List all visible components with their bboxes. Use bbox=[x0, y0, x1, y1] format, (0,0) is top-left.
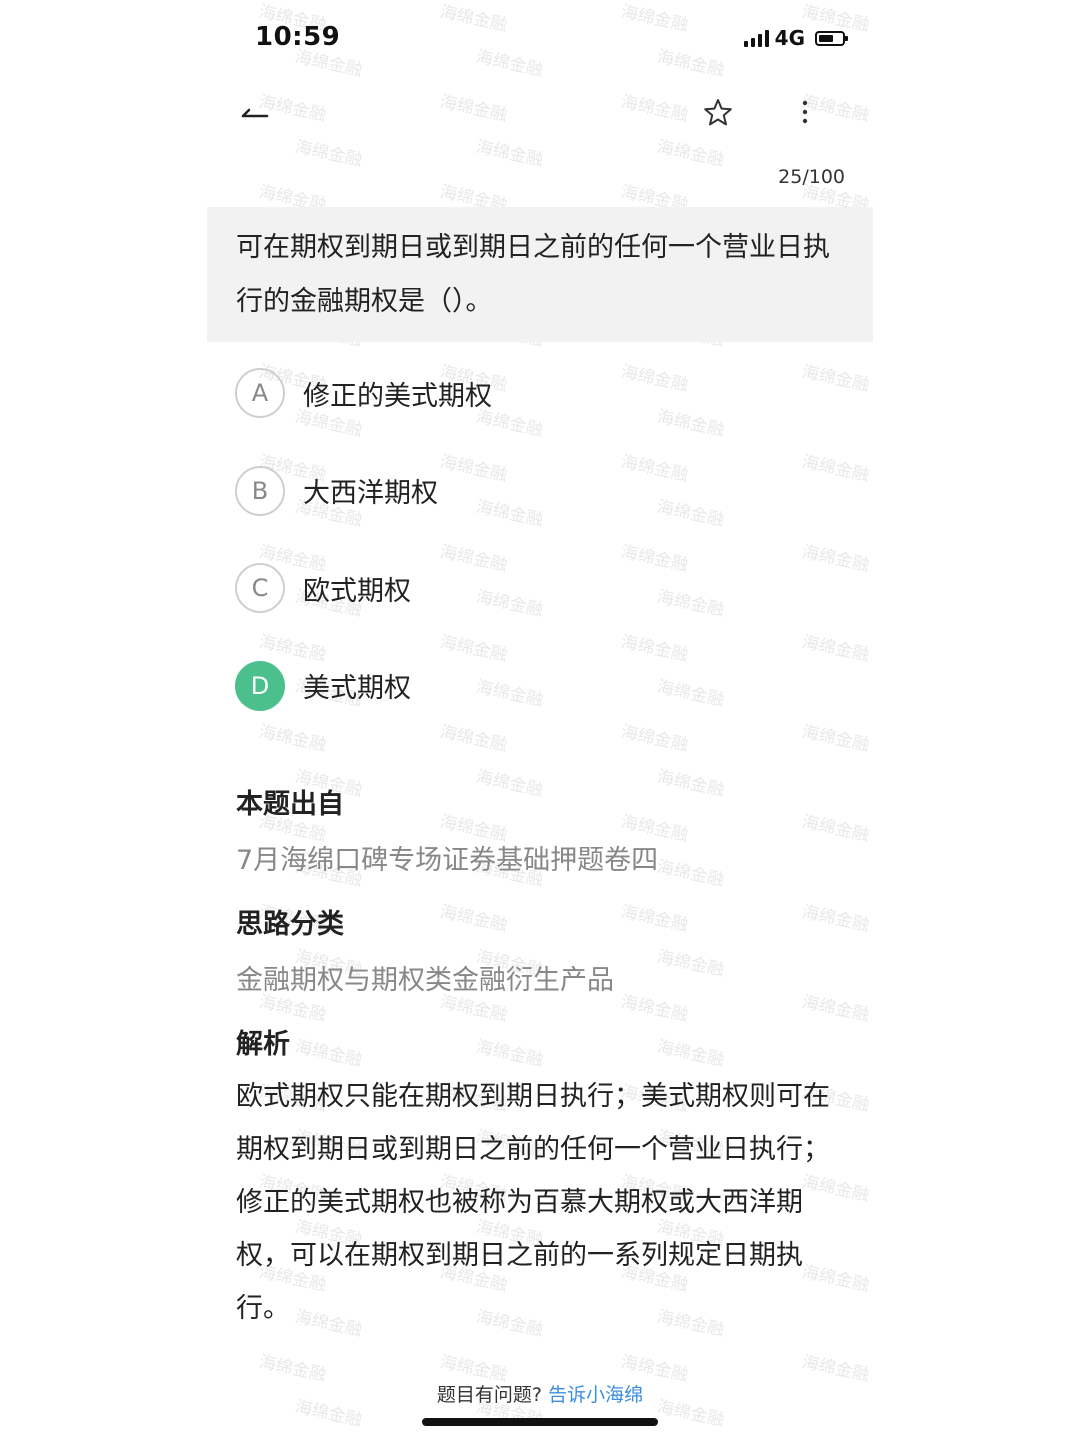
watermark-text: 海绵金融 bbox=[655, 137, 726, 171]
watermark-text: 海绵金融 bbox=[800, 902, 871, 936]
option-text: 修正的美式期权 bbox=[303, 380, 492, 412]
option-text: 大西洋期权 bbox=[303, 478, 438, 509]
watermark-text: 海绵金融 bbox=[655, 947, 726, 981]
question-box: 可在期权到期日或到期日之前的任何一个营业日执行的金融期权是（）。 bbox=[207, 207, 873, 342]
watermark-text: 海绵金融 bbox=[474, 1037, 545, 1071]
analysis-label: 解析 bbox=[236, 1029, 290, 1060]
quiz-screen: 海绵金融 海绵金融 海绵金融 海绵金融 海绵金融 海绵金融 海绵金融 海绵金融 海绵金融 海绵金融… bbox=[207, 0, 873, 1440]
status-time: 10:59 bbox=[255, 22, 341, 52]
watermark-text: 海绵金融 bbox=[474, 137, 545, 171]
signal-icon bbox=[743, 29, 769, 47]
home-indicator[interactable] bbox=[422, 1418, 658, 1426]
watermark-text: 海绵金融 bbox=[438, 2, 509, 36]
watermark-text: 海绵金融 bbox=[800, 812, 871, 846]
watermark-text: 海绵金融 bbox=[474, 767, 545, 801]
option-letter: C bbox=[235, 563, 285, 613]
feedback-prompt: 题目有问题? bbox=[436, 1384, 543, 1406]
back-arrow-icon[interactable] bbox=[237, 96, 277, 126]
option-c[interactable]: C 欧式期权 bbox=[235, 561, 845, 615]
question-progress: 25/100 bbox=[778, 166, 845, 188]
watermark-text: 海绵金融 bbox=[655, 857, 726, 891]
status-indicators: 4G bbox=[743, 26, 848, 50]
watermark-text: 海绵金融 bbox=[293, 1037, 364, 1071]
watermark-text: 海绵金融 bbox=[474, 47, 545, 81]
watermark-text: 海绵金融 bbox=[619, 992, 690, 1026]
analysis-text: 欧式期权只能在期权到期日执行；美式期权则可在期权到期日或到期日之前的任何一个营业… bbox=[236, 1081, 830, 1324]
option-letter: B bbox=[235, 465, 285, 516]
watermark-text: 海绵金融 bbox=[438, 92, 509, 126]
option-text: 美式期权 bbox=[303, 673, 411, 704]
option-letter: D bbox=[235, 660, 285, 711]
category-label: 思路分类 bbox=[236, 909, 344, 940]
watermark-text: 海绵金融 bbox=[655, 1037, 726, 1071]
watermark-text: 海绵金融 bbox=[438, 902, 509, 936]
watermark-text: 海绵金融 bbox=[619, 902, 690, 936]
option-text: 欧式期权 bbox=[303, 575, 411, 607]
option-b[interactable]: B 大西洋期权 bbox=[235, 464, 845, 518]
watermark-text: 海绵金融 bbox=[655, 767, 726, 801]
watermark-text: 海绵金融 bbox=[619, 2, 690, 36]
source-value: 7月海绵口碑专场证券基础押题卷四 bbox=[236, 845, 659, 876]
answer-options: A 修正的美式期权 B 大西洋期权 C 欧式期权 D 美式期权 bbox=[235, 366, 845, 756]
source-label: 本题出自 bbox=[236, 789, 344, 820]
network-type: 4G bbox=[774, 26, 805, 50]
option-a[interactable]: A 修正的美式期权 bbox=[235, 366, 845, 420]
star-outline-icon[interactable] bbox=[701, 96, 735, 130]
watermark-text: 海绵金融 bbox=[293, 137, 364, 171]
more-vertical-icon[interactable] bbox=[795, 98, 815, 128]
feedback-link[interactable]: 告诉小海绵 bbox=[548, 1384, 643, 1406]
option-d[interactable]: D 美式期权 bbox=[235, 659, 845, 713]
watermark-text: 海绵金融 bbox=[800, 992, 871, 1026]
feedback-footer: 题目有问题? 告诉小海绵 bbox=[207, 1380, 873, 1407]
battery-icon bbox=[815, 30, 848, 46]
watermark-text: 海绵金融 bbox=[655, 47, 726, 81]
question-text: 可在期权到期日或到期日之前的任何一个营业日执行的金融期权是（）。 bbox=[236, 232, 830, 317]
option-letter: A bbox=[235, 368, 285, 418]
category-value: 金融期权与期权类金融衍生产品 bbox=[236, 965, 614, 996]
watermark-text: 海绵金融 bbox=[619, 92, 690, 126]
